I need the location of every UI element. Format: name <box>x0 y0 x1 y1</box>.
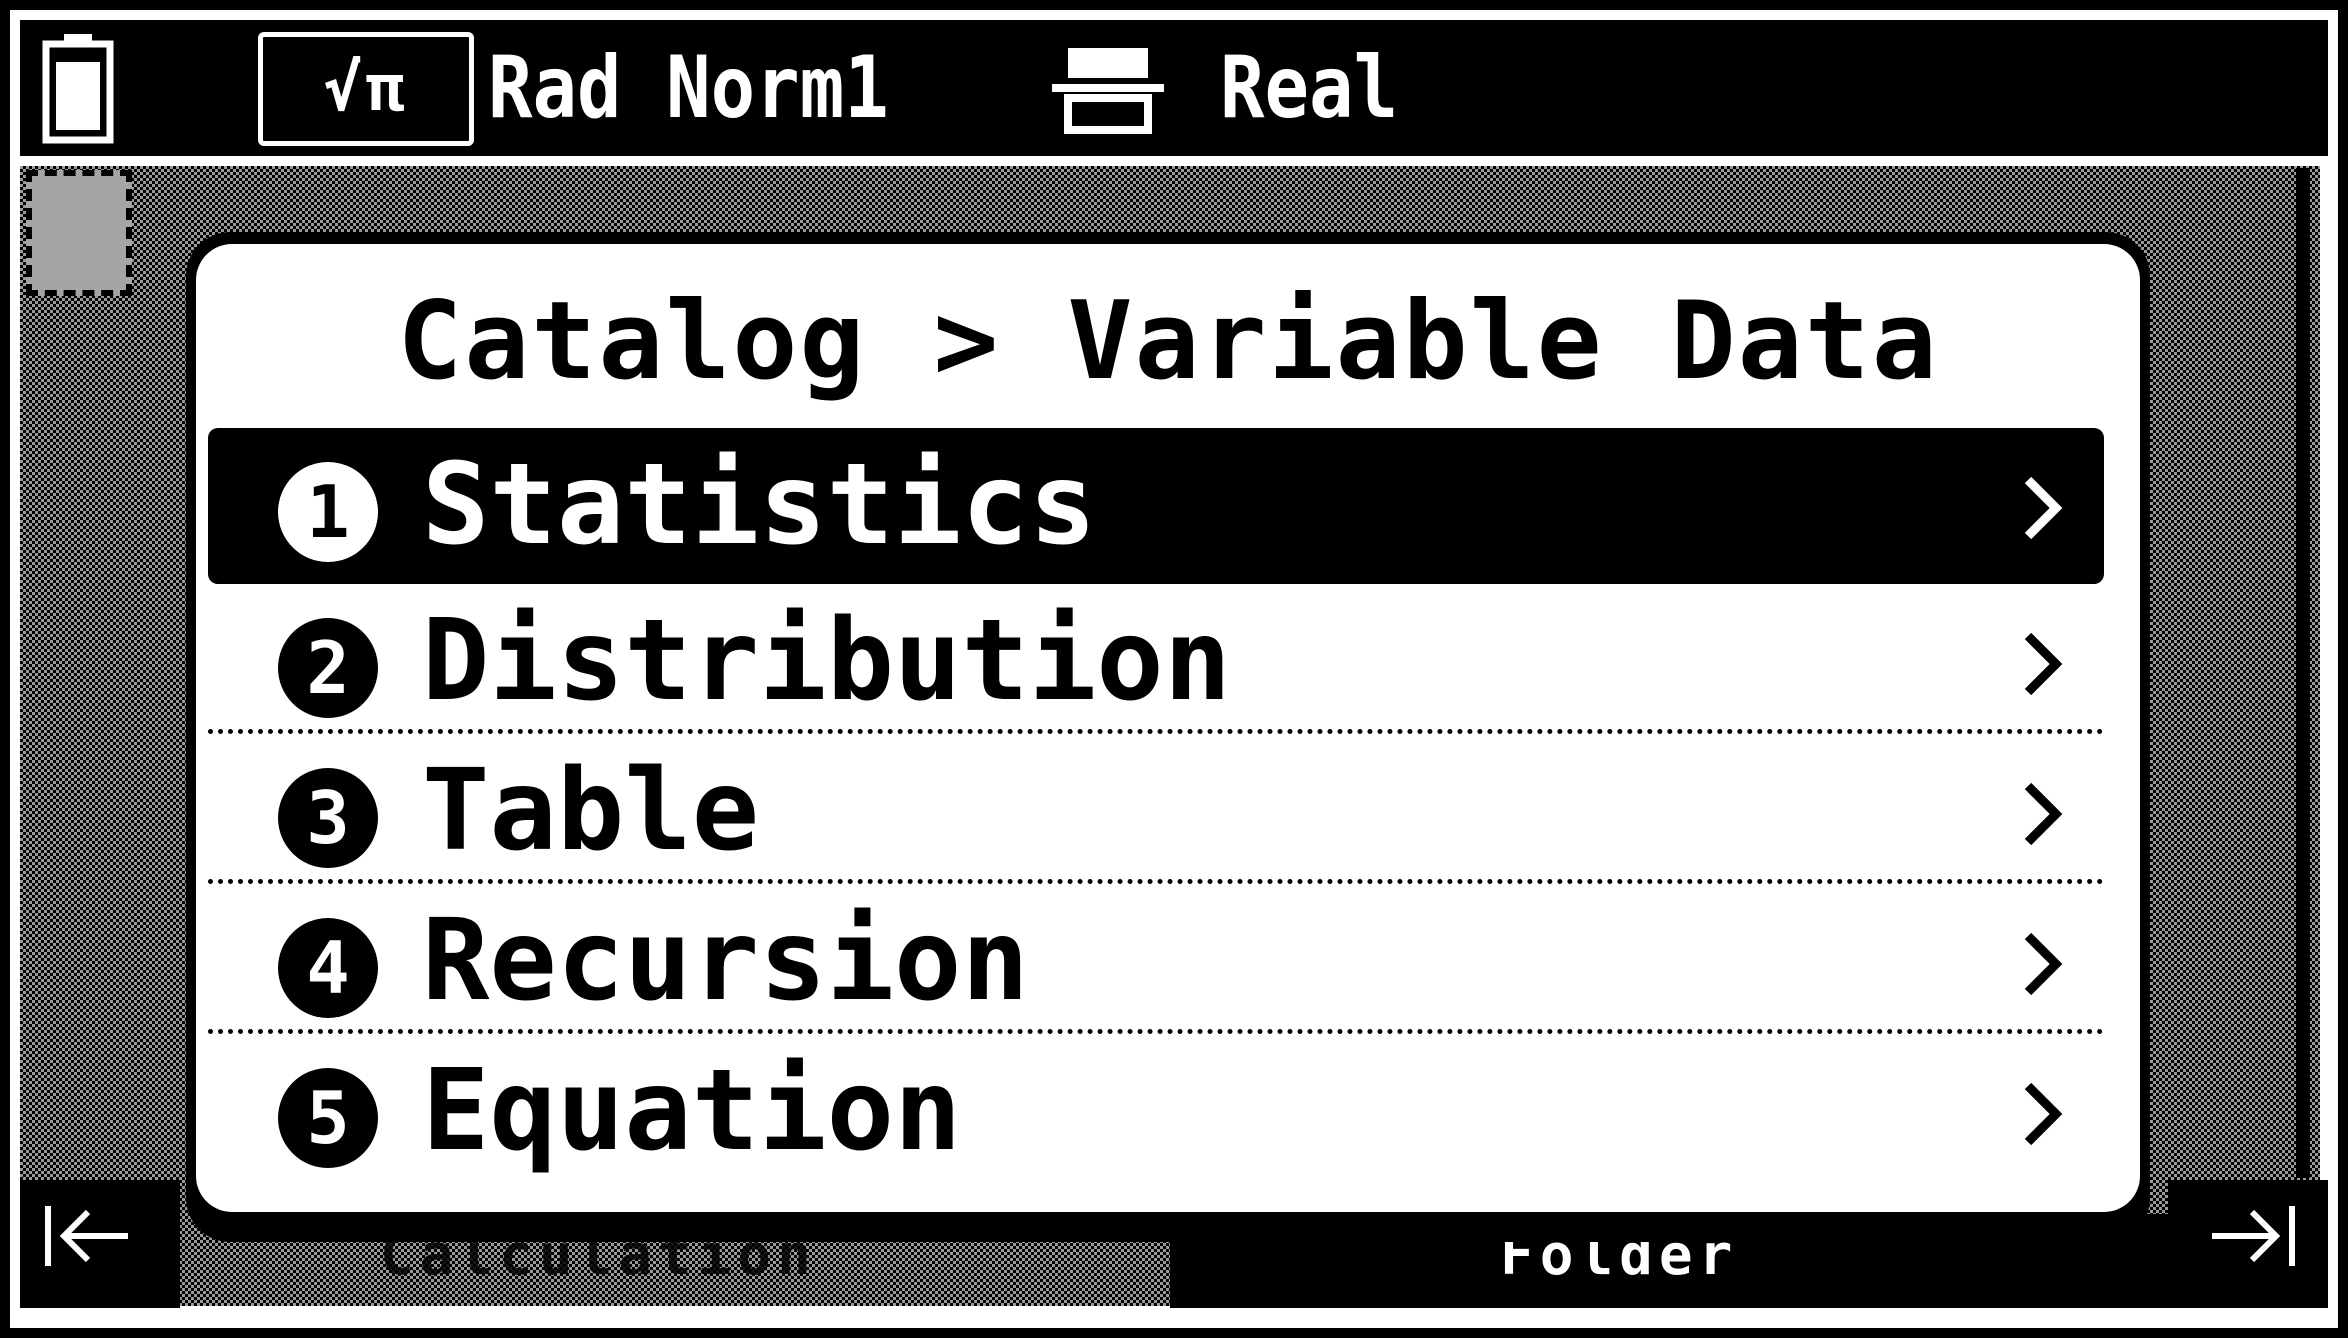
menu-list: 1 Statistics 2 Distribution 3 Table 4 Re… <box>208 428 2104 1184</box>
angle-format-indicator: Rad Norm1 <box>488 38 889 138</box>
menu-item-recursion[interactable]: 4 Recursion <box>208 884 2104 1034</box>
menu-item-number: 3 <box>278 768 378 868</box>
menu-item-number: 2 <box>278 618 378 718</box>
chevron-right-icon <box>2020 628 2064 700</box>
chevron-right-icon <box>2020 1078 2064 1150</box>
status-bar: √π Rad Norm1 Real <box>20 20 2328 156</box>
arrow-to-left-edge-icon[interactable] <box>40 1196 140 1276</box>
scroll-bar <box>2296 168 2310 1178</box>
number-mode-indicator: Real <box>1220 38 1399 138</box>
menu-item-label: Equation <box>422 1046 962 1176</box>
menu-item-label: Recursion <box>422 896 1029 1026</box>
catalog-dialog: Catalog > Variable Data 1 Statistics 2 D… <box>196 244 2140 1212</box>
dialog-title: Catalog > Variable Data <box>397 279 1939 404</box>
menu-item-equation[interactable]: 5 Equation <box>208 1034 2104 1184</box>
menu-item-statistics[interactable]: 1 Statistics <box>208 428 2104 584</box>
printer-icon <box>1052 48 1164 134</box>
battery-full-icon <box>42 34 114 144</box>
menu-item-distribution[interactable]: 2 Distribution <box>208 584 2104 734</box>
cursor-placeholder <box>26 170 132 296</box>
menu-item-label: Distribution <box>422 596 1232 726</box>
menu-item-table[interactable]: 3 Table <box>208 734 2104 884</box>
arrow-to-right-edge-icon[interactable] <box>2200 1196 2300 1276</box>
chevron-right-icon <box>2020 472 2064 544</box>
menu-item-label: Statistics <box>422 440 1097 570</box>
menu-item-label: Table <box>422 746 760 876</box>
menu-item-number: 4 <box>278 918 378 1018</box>
calc-mode-indicator: √π <box>258 32 474 146</box>
chevron-right-icon <box>2020 928 2064 1000</box>
menu-item-number: 5 <box>278 1068 378 1168</box>
menu-item-number: 1 <box>278 462 378 562</box>
chevron-right-icon <box>2020 778 2064 850</box>
